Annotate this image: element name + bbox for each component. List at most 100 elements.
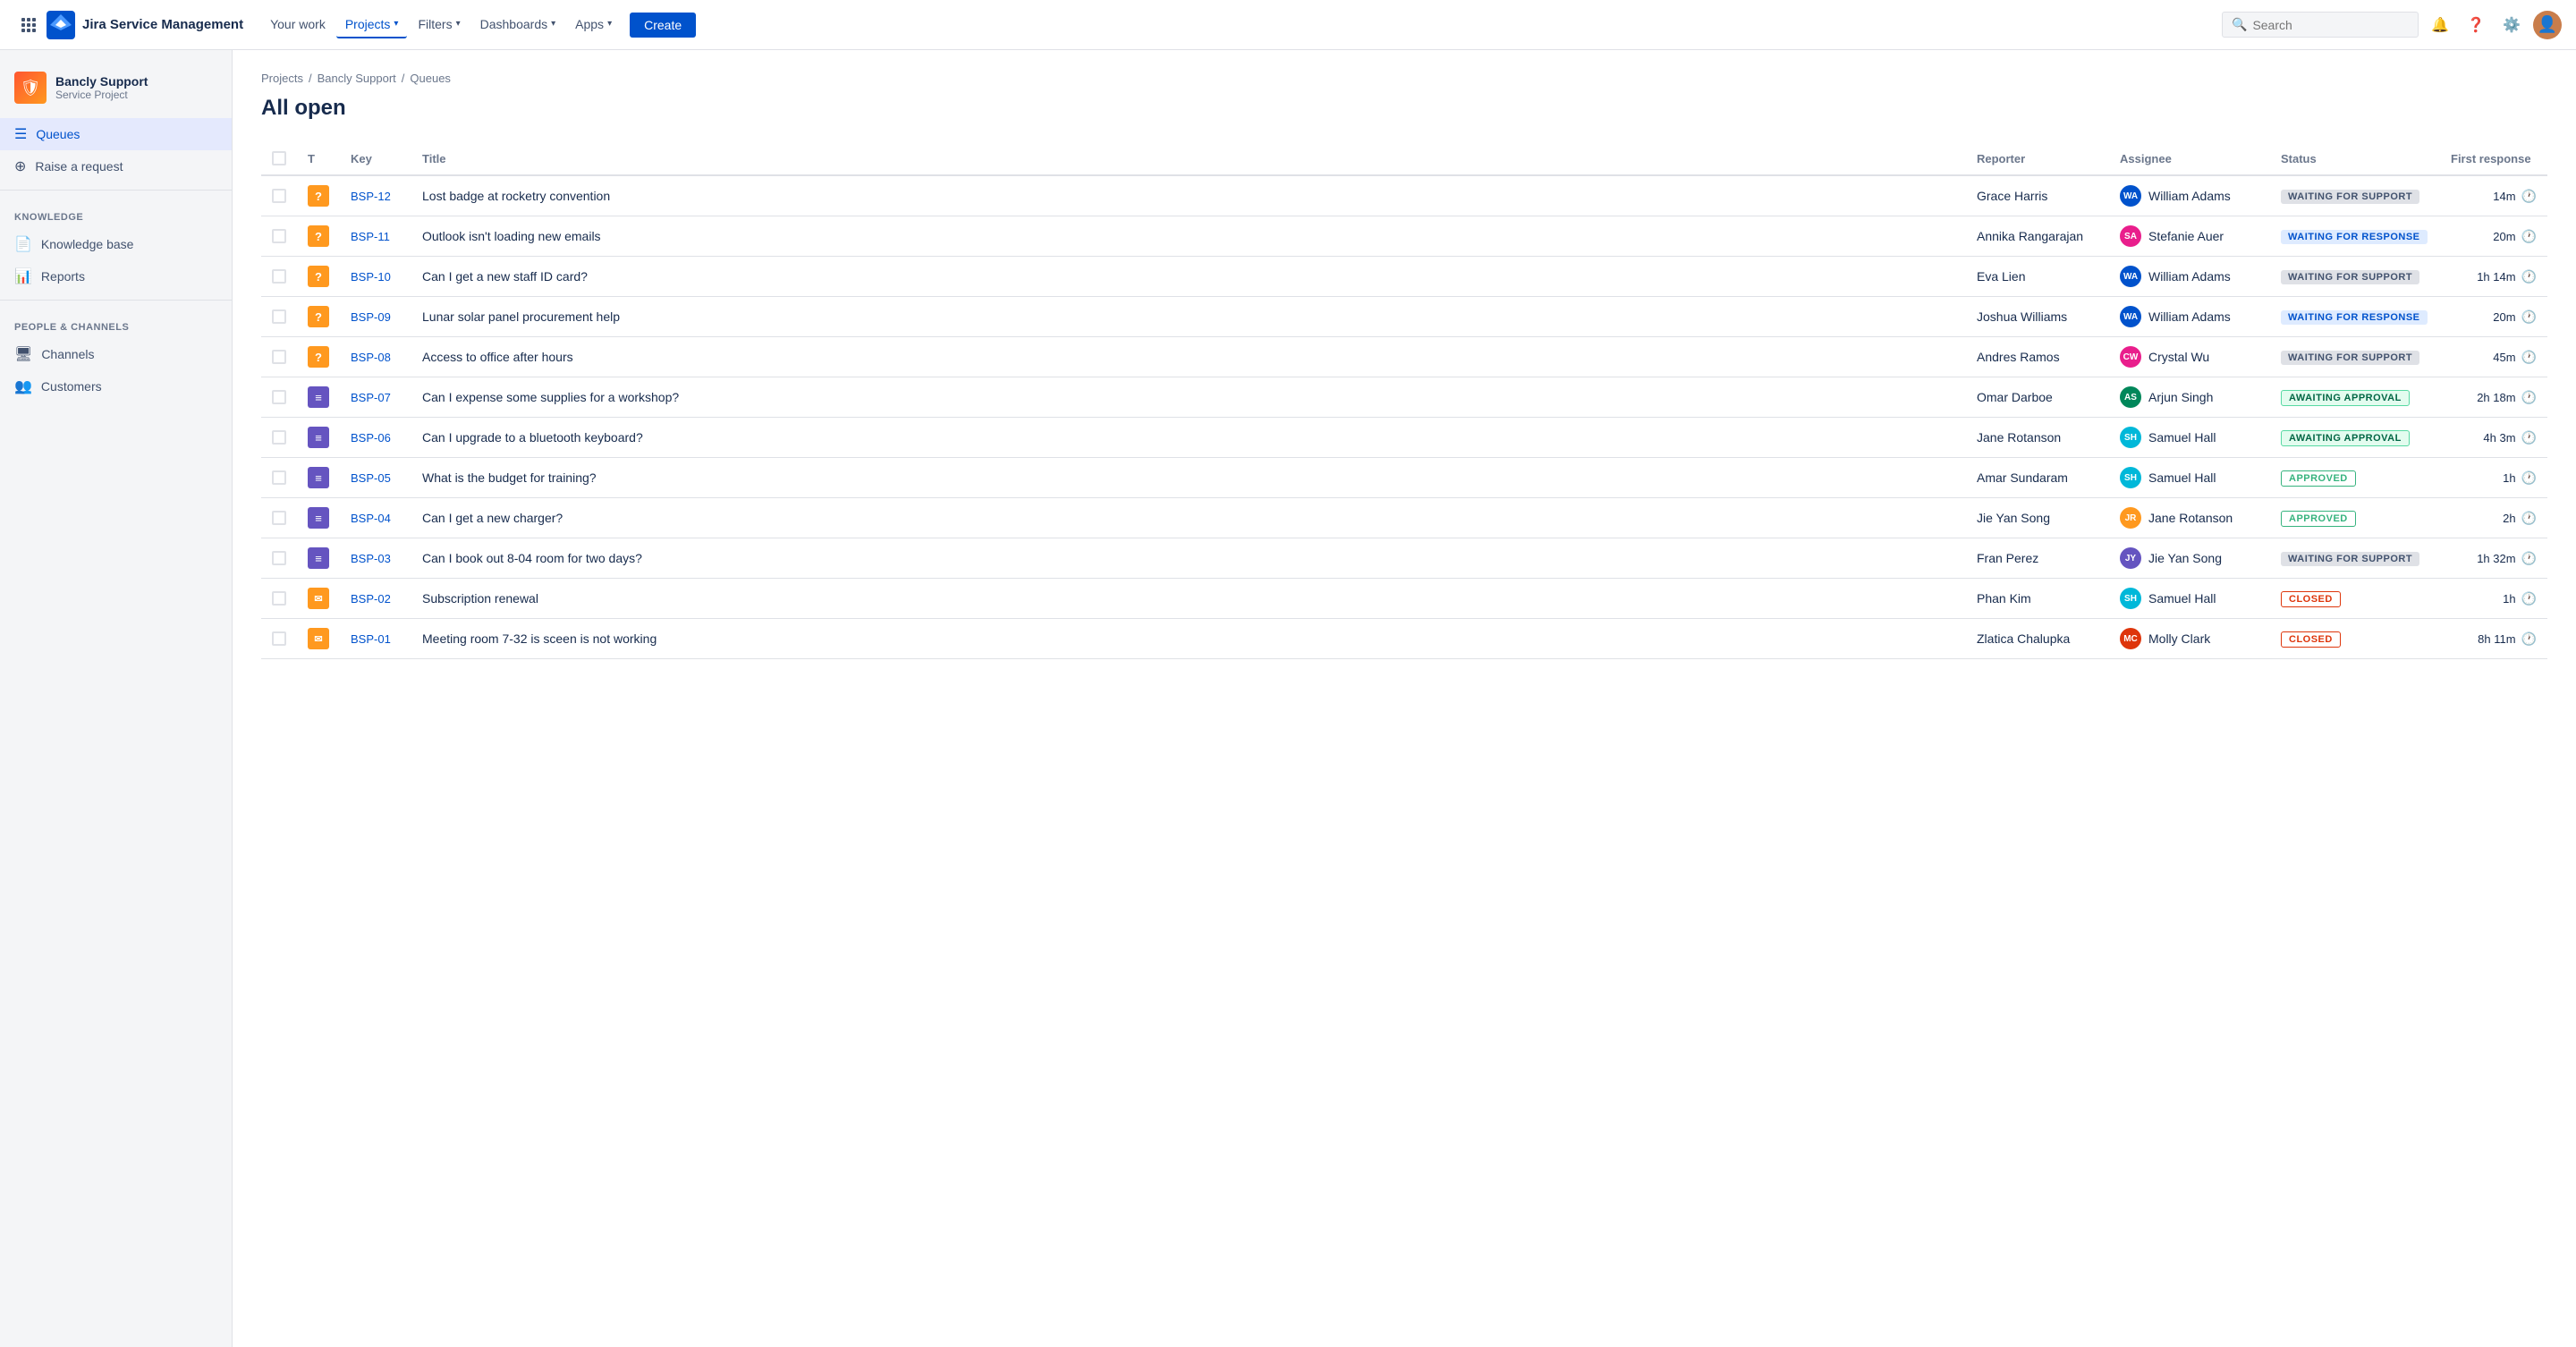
table-row: ? BSP-12 Lost badge at rocketry conventi… (261, 175, 2547, 216)
row-checkbox[interactable] (272, 390, 286, 404)
issue-title[interactable]: Outlook isn't loading new emails (422, 229, 601, 243)
table-row: ≡ BSP-06 Can I upgrade to a bluetooth ke… (261, 418, 2547, 458)
type-icon: ✉ (308, 588, 329, 609)
assignee-avatar: SH (2120, 427, 2141, 448)
issue-title[interactable]: Lunar solar panel procurement help (422, 309, 620, 324)
response-value: 1h 🕐 (2451, 470, 2537, 486)
issue-key-link[interactable]: BSP-07 (351, 391, 391, 404)
logo-link[interactable]: Jira Service Management (47, 11, 243, 39)
row-checkbox-cell (261, 418, 297, 458)
sidebar-divider-1 (0, 190, 232, 191)
assignee-name: Crystal Wu (2148, 350, 2209, 364)
user-avatar[interactable]: 👤 (2533, 11, 2562, 39)
issue-key-link[interactable]: BSP-11 (351, 230, 390, 243)
issue-key-link[interactable]: BSP-09 (351, 310, 391, 324)
sidebar-item-queues[interactable]: ☰ Queues (0, 118, 232, 150)
table-header: T Key Title Reporter Assignee Status Fir… (261, 142, 2547, 175)
clock-icon: 🕐 (2521, 631, 2537, 647)
issue-title[interactable]: Can I get a new charger? (422, 511, 563, 525)
row-checkbox[interactable] (272, 591, 286, 606)
type-icon: ≡ (308, 386, 329, 408)
issue-title[interactable]: Subscription renewal (422, 591, 538, 606)
select-all-checkbox[interactable] (272, 151, 286, 165)
sidebar-item-channels[interactable]: 🖥 Channels (0, 338, 232, 370)
response-time: 1h (2503, 471, 2515, 485)
row-checkbox[interactable] (272, 551, 286, 565)
response-time: 1h 32m (2477, 552, 2515, 565)
notifications-button[interactable]: 🔔 (2426, 11, 2454, 39)
row-checkbox[interactable] (272, 189, 286, 203)
issue-title[interactable]: Meeting room 7-32 is sceen is not workin… (422, 631, 657, 646)
issue-title[interactable]: What is the budget for training? (422, 470, 597, 485)
issue-title[interactable]: Access to office after hours (422, 350, 573, 364)
row-checkbox[interactable] (272, 511, 286, 525)
breadcrumb-queues[interactable]: Queues (410, 72, 451, 85)
nav-projects[interactable]: Projects ▾ (336, 12, 408, 38)
response-time: 1h 14m (2477, 270, 2515, 284)
header-reporter: Reporter (1966, 142, 2109, 175)
issue-key-link[interactable]: BSP-04 (351, 512, 391, 525)
main-layout: 🛡 Bancly Support Service Project ☰ Queue… (0, 50, 2576, 1347)
search-input[interactable] (2252, 18, 2409, 32)
issue-title[interactable]: Can I book out 8-04 room for two days? (422, 551, 642, 565)
issue-key-link[interactable]: BSP-05 (351, 471, 391, 485)
breadcrumb: Projects / Bancly Support / Queues (261, 72, 2547, 85)
issue-key-link[interactable]: BSP-10 (351, 270, 391, 284)
row-status-cell: AWAITING APPROVAL (2270, 418, 2440, 458)
type-icon: ≡ (308, 467, 329, 488)
issue-key-link[interactable]: BSP-01 (351, 632, 391, 646)
issue-title[interactable]: Can I get a new staff ID card? (422, 269, 588, 284)
row-checkbox[interactable] (272, 269, 286, 284)
sidebar-queues-label: Queues (36, 127, 80, 141)
response-time: 2h (2503, 512, 2515, 525)
row-checkbox[interactable] (272, 470, 286, 485)
sidebar-item-reports[interactable]: 📊 Reports (0, 260, 232, 292)
breadcrumb-projects[interactable]: Projects (261, 72, 303, 85)
issue-key-link[interactable]: BSP-12 (351, 190, 391, 203)
row-checkbox-cell (261, 619, 297, 659)
issue-key-link[interactable]: BSP-02 (351, 592, 391, 606)
assignee-avatar: WA (2120, 266, 2141, 287)
row-type-cell: ✉ (297, 619, 340, 659)
sidebar-item-knowledge-base[interactable]: 📄 Knowledge base (0, 228, 232, 260)
breadcrumb-bancly[interactable]: Bancly Support (318, 72, 396, 85)
row-assignee-cell: JY Jie Yan Song (2109, 538, 2270, 579)
issue-key-link[interactable]: BSP-06 (351, 431, 391, 445)
nav-dashboards[interactable]: Dashboards ▾ (471, 12, 565, 38)
nav-filters[interactable]: Filters ▾ (409, 12, 469, 38)
sidebar-item-customers[interactable]: 👥 Customers (0, 370, 232, 402)
issue-key-link[interactable]: BSP-08 (351, 351, 391, 364)
row-checkbox[interactable] (272, 631, 286, 646)
type-icon: ? (308, 306, 329, 327)
sidebar-divider-2 (0, 300, 232, 301)
sidebar-item-raise-request[interactable]: ⊕ Raise a request (0, 150, 232, 182)
row-reporter-cell: Grace Harris (1966, 175, 2109, 216)
settings-button[interactable]: ⚙️ (2497, 11, 2526, 39)
row-response-cell: 4h 3m 🕐 (2440, 418, 2547, 458)
issue-key-link[interactable]: BSP-03 (351, 552, 391, 565)
issue-title[interactable]: Can I expense some supplies for a worksh… (422, 390, 679, 404)
row-title-cell: What is the budget for training? (411, 458, 1966, 498)
search-box[interactable]: 🔍 (2222, 12, 2419, 38)
issue-title[interactable]: Can I upgrade to a bluetooth keyboard? (422, 430, 643, 445)
row-checkbox[interactable] (272, 309, 286, 324)
row-assignee-cell: JR Jane Rotanson (2109, 498, 2270, 538)
assignee-name: Molly Clark (2148, 631, 2210, 646)
row-reporter-cell: Eva Lien (1966, 257, 2109, 297)
issue-title[interactable]: Lost badge at rocketry convention (422, 189, 610, 203)
row-type-cell: ? (297, 175, 340, 216)
row-checkbox[interactable] (272, 350, 286, 364)
type-icon: ? (308, 225, 329, 247)
help-button[interactable]: ❓ (2462, 11, 2490, 39)
type-icon: ? (308, 346, 329, 368)
nav-apps[interactable]: Apps ▾ (566, 12, 621, 38)
row-checkbox[interactable] (272, 229, 286, 243)
clock-icon: 🕐 (2521, 430, 2537, 445)
row-checkbox[interactable] (272, 430, 286, 445)
project-type: Service Project (55, 89, 148, 101)
reporter-name: Fran Perez (1977, 551, 2038, 565)
sidebar-customers-label: Customers (41, 379, 102, 394)
grid-menu-icon[interactable] (14, 11, 43, 39)
nav-your-work[interactable]: Your work (261, 12, 335, 38)
create-button[interactable]: Create (630, 13, 696, 38)
